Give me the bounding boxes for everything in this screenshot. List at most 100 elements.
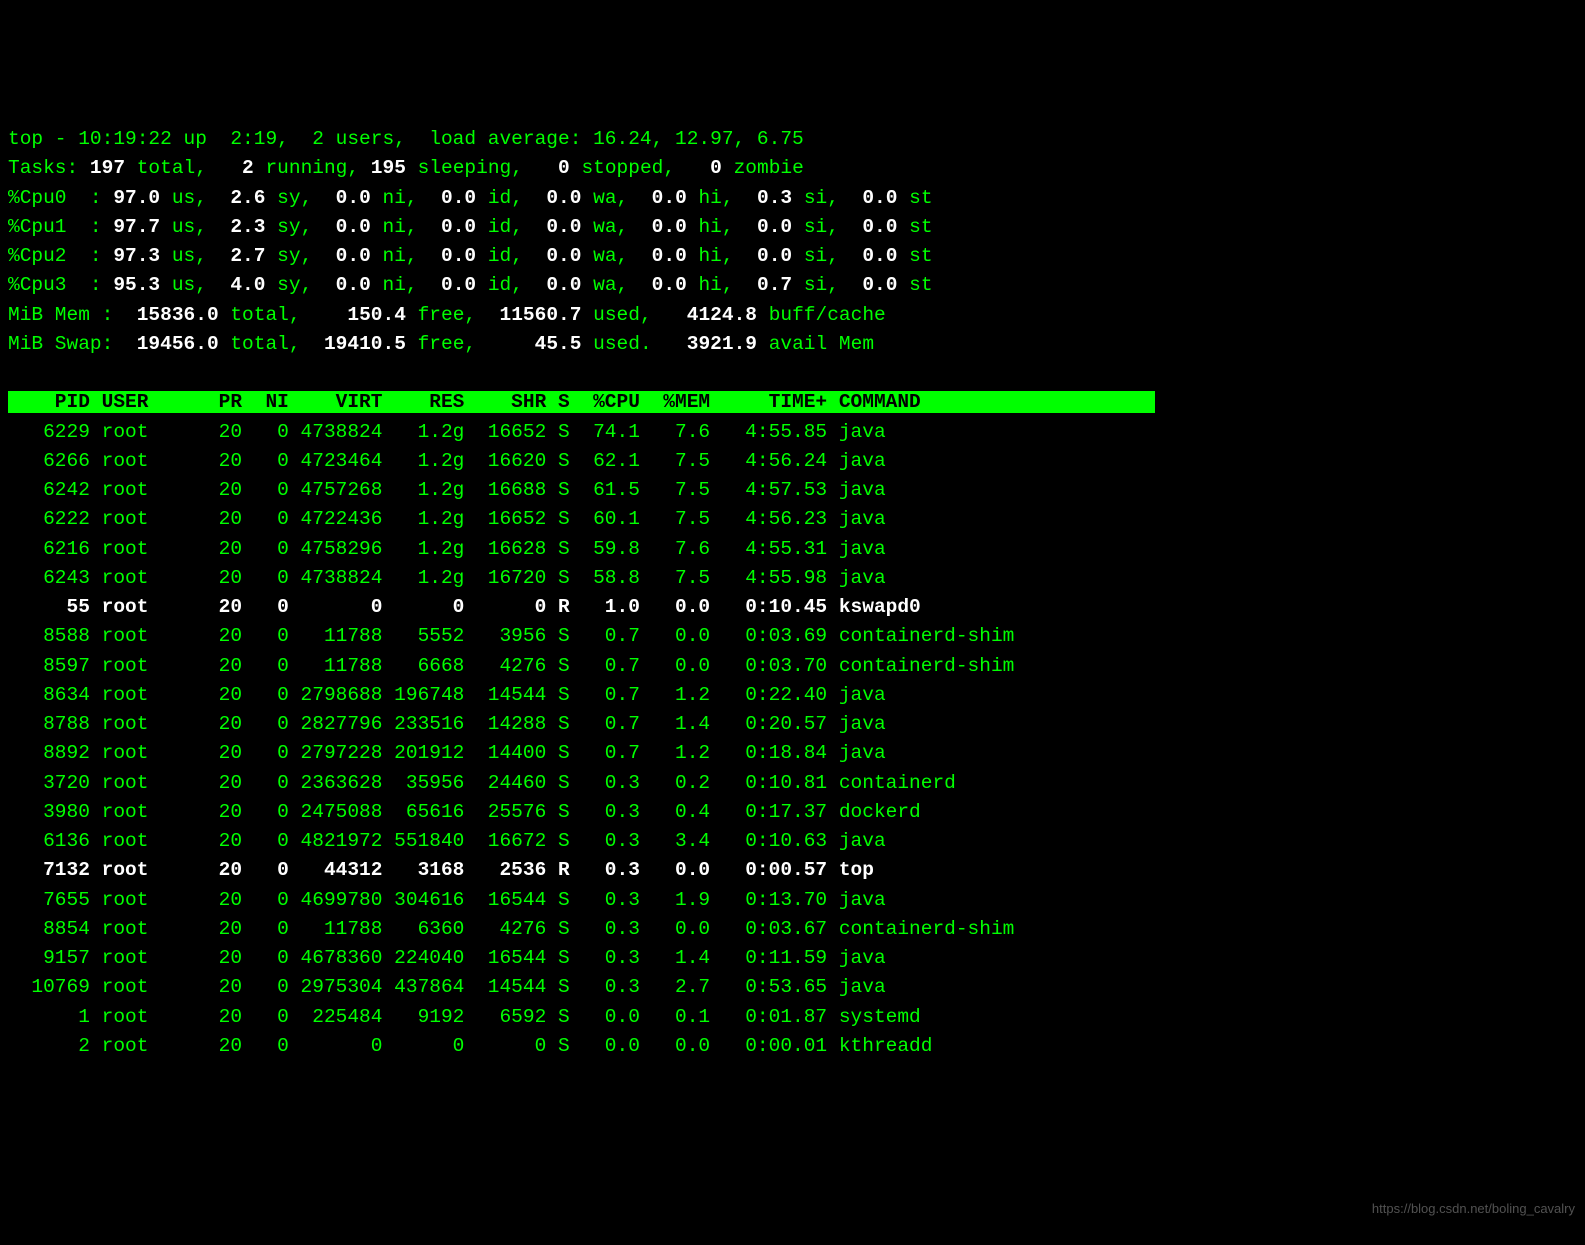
watermark: https://blog.csdn.net/boling_cavalry — [1372, 1199, 1575, 1219]
cpu3-ni: 0.0 — [312, 274, 382, 296]
cpu-us-lbl: us, — [172, 187, 207, 209]
tasks-sleeping: 195 — [359, 157, 418, 179]
cpu-sy-lbl: sy, — [277, 216, 312, 238]
tasks-total: 197 — [78, 157, 137, 179]
cpu-id-lbl: id, — [488, 274, 523, 296]
swap-total: 19456.0 — [113, 333, 230, 355]
uptime-line: top - 10:19:22 up 2:19, 2 users, load av… — [8, 128, 804, 150]
process-row[interactable]: 6222 root 20 0 4722436 1.2g 16652 S 60.1… — [8, 508, 886, 530]
tasks-label: Tasks: — [8, 157, 78, 179]
tasks-zombie: 0 — [675, 157, 734, 179]
cpu1-id: 0.0 — [418, 216, 488, 238]
cpu1-us: 97.7 — [102, 216, 172, 238]
tasks-sleeping-lbl: sleeping, — [418, 157, 523, 179]
process-row[interactable]: 3720 root 20 0 2363628 35956 24460 S 0.3… — [8, 772, 956, 794]
cpu0-sy: 2.6 — [207, 187, 277, 209]
cpu2-label: %Cpu2 : — [8, 245, 102, 267]
process-row[interactable]: 6242 root 20 0 4757268 1.2g 16688 S 61.5… — [8, 479, 886, 501]
cpu-ni-lbl: ni, — [383, 216, 418, 238]
tasks-zombie-lbl: zombie — [734, 157, 804, 179]
cpu-st-lbl: st — [909, 274, 932, 296]
process-row[interactable]: 6229 root 20 0 4738824 1.2g 16652 S 74.1… — [8, 421, 886, 443]
cpu0-ni: 0.0 — [312, 187, 382, 209]
process-row[interactable]: 8588 root 20 0 11788 5552 3956 S 0.7 0.0… — [8, 625, 1014, 647]
cpu-wa-lbl: wa, — [593, 245, 628, 267]
cpu-si-lbl: si, — [804, 274, 839, 296]
cpu1-hi: 0.0 — [628, 216, 698, 238]
cpu2-id: 0.0 — [418, 245, 488, 267]
process-row[interactable]: 2 root 20 0 0 0 0 S 0.0 0.0 0:00.01 kthr… — [8, 1035, 932, 1057]
mem-buff-lbl: buff/cache — [769, 304, 886, 326]
process-header: PID USER PR NI VIRT RES SHR S %CPU %MEM … — [8, 391, 1155, 413]
process-row[interactable]: 8892 root 20 0 2797228 201912 14400 S 0.… — [8, 742, 886, 764]
cpu-hi-lbl: hi, — [698, 187, 733, 209]
process-row[interactable]: 8597 root 20 0 11788 6668 4276 S 0.7 0.0… — [8, 655, 1014, 677]
process-row[interactable]: 6266 root 20 0 4723464 1.2g 16620 S 62.1… — [8, 450, 886, 472]
swap-used-lbl: used. — [593, 333, 652, 355]
swap-label: MiB Swap: — [8, 333, 113, 355]
cpu-wa-lbl: wa, — [593, 216, 628, 238]
cpu1-st: 0.0 — [839, 216, 909, 238]
cpu2-si: 0.0 — [734, 245, 804, 267]
cpu2-st: 0.0 — [839, 245, 909, 267]
cpu-us-lbl: us, — [172, 274, 207, 296]
cpu3-st: 0.0 — [839, 274, 909, 296]
top-terminal[interactable]: top - 10:19:22 up 2:19, 2 users, load av… — [8, 125, 1577, 1061]
cpu3-sy: 4.0 — [207, 274, 277, 296]
swap-avail-lbl: avail Mem — [769, 333, 874, 355]
swap-free-lbl: free, — [418, 333, 477, 355]
cpu-si-lbl: si, — [804, 187, 839, 209]
mem-used-lbl: used, — [593, 304, 652, 326]
cpu-wa-lbl: wa, — [593, 274, 628, 296]
process-row[interactable]: 8854 root 20 0 11788 6360 4276 S 0.3 0.0… — [8, 918, 1014, 940]
cpu2-us: 97.3 — [102, 245, 172, 267]
cpu-ni-lbl: ni, — [383, 187, 418, 209]
cpu-id-lbl: id, — [488, 216, 523, 238]
cpu-st-lbl: st — [909, 245, 932, 267]
cpu0-hi: 0.0 — [628, 187, 698, 209]
tasks-running-lbl: running, — [265, 157, 359, 179]
process-row[interactable]: 55 root 20 0 0 0 0 R 1.0 0.0 0:10.45 ksw… — [8, 596, 921, 618]
cpu2-hi: 0.0 — [628, 245, 698, 267]
process-row[interactable]: 8788 root 20 0 2827796 233516 14288 S 0.… — [8, 713, 886, 735]
cpu-hi-lbl: hi, — [698, 245, 733, 267]
process-row[interactable]: 1 root 20 0 225484 9192 6592 S 0.0 0.1 0… — [8, 1006, 921, 1028]
cpu-sy-lbl: sy, — [277, 245, 312, 267]
cpu1-si: 0.0 — [734, 216, 804, 238]
cpu0-us: 97.0 — [102, 187, 172, 209]
cpu-wa-lbl: wa, — [593, 187, 628, 209]
cpu0-label: %Cpu0 : — [8, 187, 102, 209]
cpu1-sy: 2.3 — [207, 216, 277, 238]
mem-label: MiB Mem : — [8, 304, 113, 326]
process-row[interactable]: 7655 root 20 0 4699780 304616 16544 S 0.… — [8, 889, 886, 911]
mem-used: 11560.7 — [476, 304, 593, 326]
process-row[interactable]: 9157 root 20 0 4678360 224040 16544 S 0.… — [8, 947, 886, 969]
swap-used: 45.5 — [476, 333, 593, 355]
cpu-si-lbl: si, — [804, 245, 839, 267]
cpu3-wa: 0.0 — [523, 274, 593, 296]
cpu-id-lbl: id, — [488, 187, 523, 209]
cpu3-id: 0.0 — [418, 274, 488, 296]
mem-total: 15836.0 — [113, 304, 230, 326]
cpu1-label: %Cpu1 : — [8, 216, 102, 238]
cpu-hi-lbl: hi, — [698, 216, 733, 238]
cpu-us-lbl: us, — [172, 245, 207, 267]
cpu0-si: 0.3 — [734, 187, 804, 209]
cpu3-label: %Cpu3 : — [8, 274, 102, 296]
cpu1-wa: 0.0 — [523, 216, 593, 238]
mem-free: 150.4 — [301, 304, 418, 326]
process-row[interactable]: 6136 root 20 0 4821972 551840 16672 S 0.… — [8, 830, 886, 852]
swap-total-lbl: total, — [230, 333, 300, 355]
process-row[interactable]: 7132 root 20 0 44312 3168 2536 R 0.3 0.0… — [8, 859, 874, 881]
process-row[interactable]: 3980 root 20 0 2475088 65616 25576 S 0.3… — [8, 801, 921, 823]
process-row[interactable]: 8634 root 20 0 2798688 196748 14544 S 0.… — [8, 684, 886, 706]
cpu2-sy: 2.7 — [207, 245, 277, 267]
cpu1-ni: 0.0 — [312, 216, 382, 238]
mem-free-lbl: free, — [418, 304, 477, 326]
process-row[interactable]: 6216 root 20 0 4758296 1.2g 16628 S 59.8… — [8, 538, 886, 560]
process-row[interactable]: 10769 root 20 0 2975304 437864 14544 S 0… — [8, 976, 886, 998]
cpu-ni-lbl: ni, — [383, 274, 418, 296]
tasks-running: 2 — [207, 157, 266, 179]
process-row[interactable]: 6243 root 20 0 4738824 1.2g 16720 S 58.8… — [8, 567, 886, 589]
swap-free: 19410.5 — [301, 333, 418, 355]
